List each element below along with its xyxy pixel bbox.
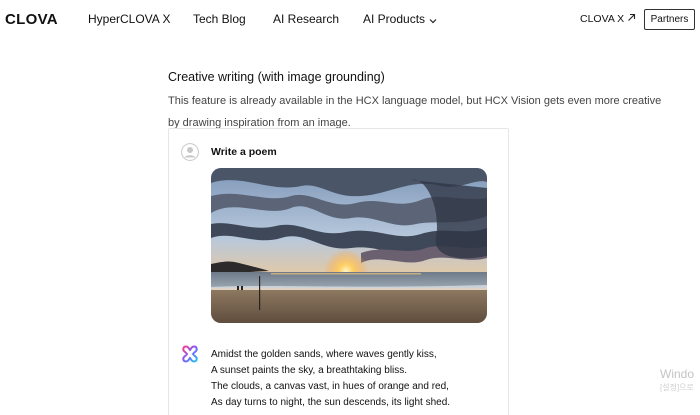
chevron-down-icon — [429, 13, 437, 27]
sunset-beach-photo — [211, 168, 487, 323]
chat-example-card: Write a poem Amidst the golden sands, wh… — [168, 128, 509, 415]
user-avatar-icon — [181, 143, 199, 161]
nav-link-clova-x[interactable]: CLOVA X — [580, 13, 636, 25]
section-title: Creative writing (with image grounding) — [168, 70, 385, 84]
nav-link-ai-research[interactable]: AI Research — [273, 12, 339, 26]
external-arrow-icon — [627, 13, 636, 25]
nav-link-tech-blog[interactable]: Tech Blog — [193, 12, 246, 26]
hcx-logo-icon — [181, 345, 199, 363]
top-navigation: CLOVA HyperCLOVA X Tech Blog AI Research… — [0, 0, 700, 40]
poem-line: The clouds, a canvas vast, in hues of or… — [211, 381, 449, 392]
clova-logo[interactable]: CLOVA — [5, 11, 58, 28]
ai-response-poem: Amidst the golden sands, where waves gen… — [211, 347, 450, 411]
partners-button[interactable]: Partners — [644, 9, 695, 30]
windows-watermark-title: Windo — [660, 367, 695, 381]
windows-watermark-subtitle: [설정]으로 — [660, 383, 694, 392]
poem-line: As day turns to night, the sun descends,… — [211, 397, 451, 408]
user-prompt: Write a poem — [211, 146, 277, 158]
nav-link-ai-products-label: AI Products — [363, 12, 426, 26]
nav-link-clova-x-label: CLOVA X — [580, 13, 625, 25]
nav-link-hyperclova-x[interactable]: HyperCLOVA X — [88, 12, 170, 26]
poem-line: A sunset paints the sky, a breathtaking … — [211, 365, 408, 376]
poem-line: Amidst the golden sands, where waves gen… — [211, 349, 437, 360]
nav-link-ai-products[interactable]: AI Products — [363, 12, 437, 27]
